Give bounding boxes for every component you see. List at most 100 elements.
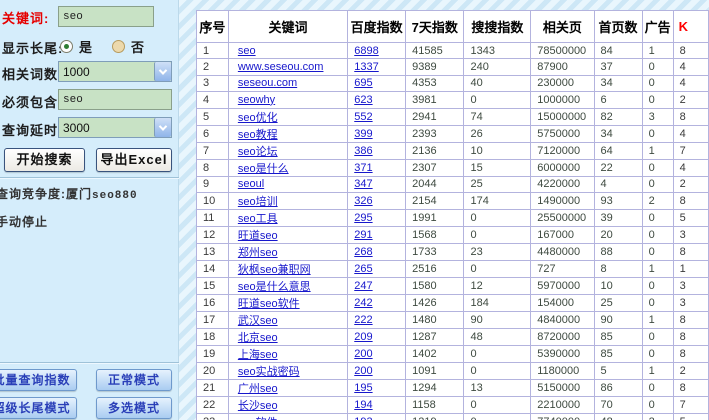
baidu-index-link[interactable]: 193 [354,416,372,420]
k-value-cell: 7 [673,142,708,159]
ads-count-cell: 1 [642,260,673,277]
keyword-cell: www.seseou.com [228,59,347,75]
keyword-cell: 北京seo [228,328,347,345]
ads-count-cell: 0 [642,345,673,362]
baidu-index-link[interactable]: 200 [354,365,372,377]
soso-index-cell: 184 [464,294,531,311]
keyword-link[interactable]: 狄枫seo兼职网 [238,264,311,276]
batch-query-index-button[interactable]: 批量查询指数 [0,369,77,391]
keyword-link[interactable]: seo论坛 [238,146,278,158]
row-index-cell: 14 [197,260,229,277]
homepage-count-cell: 4 [594,176,642,192]
radio-unselected-icon[interactable] [112,40,125,53]
radio-no-label: 否 [131,37,144,56]
soso-index-cell: 23 [464,243,531,260]
soso-index-cell: 0 [464,396,531,413]
baidu-index-link[interactable]: 552 [354,111,372,123]
table-row: 13郑州seo26817332344800008808 [197,243,709,260]
baidu-index-link[interactable]: 371 [354,162,372,174]
homepage-count-cell: 37 [594,59,642,75]
keyword-link[interactable]: seo [238,45,256,57]
k-value-cell: 5 [673,413,708,420]
baidu-index-link[interactable]: 347 [354,178,372,190]
keyword-link[interactable]: 武汉seo [238,315,278,327]
ads-count-cell: 3 [642,108,673,125]
baidu-index-link[interactable]: 209 [354,331,372,343]
keyword-link[interactable]: seoul [238,178,264,190]
baidu-index-link[interactable]: 1337 [354,61,378,73]
radio-yes-label: 是 [79,37,92,56]
baidu-index-link[interactable]: 326 [354,195,372,207]
keyword-link[interactable]: 上海seo [238,349,278,361]
related-count-select[interactable]: 1000 [58,61,172,82]
must-contain-input[interactable] [58,89,172,110]
keyword-link[interactable]: 广州seo [238,383,278,395]
chevron-down-icon[interactable] [154,62,171,81]
table-row: 15seo是什么意思24715801259700001003 [197,277,709,294]
start-search-button[interactable]: 开始搜索 [4,148,85,172]
keyword-link[interactable]: www.seseou.com [238,61,324,73]
keyword-link[interactable]: 旺道seo软件 [238,298,300,310]
homepage-count-cell: 34 [594,75,642,91]
k-value-cell: 5 [673,209,708,226]
query-delay-select[interactable]: 3000 [58,117,172,138]
seven-day-index-cell: 1091 [406,362,464,379]
longtail-no-option[interactable]: 否 [112,37,144,56]
baidu-index-link[interactable]: 623 [354,94,372,106]
keyword-link[interactable]: seo工具 [238,213,278,225]
multi-select-mode-button[interactable]: 多选模式 [96,397,172,419]
keyword-link[interactable]: seowhy [238,94,275,106]
soso-index-cell: 0 [464,345,531,362]
baidu-index-link[interactable]: 695 [354,77,372,89]
baidu-index-link[interactable]: 200 [354,348,372,360]
super-longtail-mode-button[interactable]: 超级长尾模式 [0,397,77,419]
baidu-index-link[interactable]: 268 [354,246,372,258]
export-excel-button[interactable]: 导出Excel [96,148,172,172]
k-value-cell: 4 [673,75,708,91]
baidu-index-link[interactable]: 386 [354,145,372,157]
baidu-index-link[interactable]: 265 [354,263,372,275]
chevron-down-icon[interactable] [154,118,171,137]
baidu-index-link[interactable]: 247 [354,280,372,292]
keyword-link[interactable]: seseou.com [238,77,297,89]
keyword-link[interactable]: seo实战密码 [238,366,300,378]
keyword-link[interactable]: 旺道seo [238,230,278,242]
baidu-index-link[interactable]: 291 [354,229,372,241]
ads-count-cell: 2 [642,192,673,209]
baidu-index-link[interactable]: 242 [354,297,372,309]
baidu-index-link[interactable]: 194 [354,399,372,411]
soso-index-cell: 0 [464,260,531,277]
baidu-index-link[interactable]: 6898 [354,45,378,57]
baidu-index-link[interactable]: 222 [354,314,372,326]
keyword-link[interactable]: 郑州seo [238,247,278,259]
table-header-cell: 首页数 [594,11,642,43]
table-header-cell: 搜搜指数 [464,11,531,43]
keyword-cell: seowhy [228,92,347,108]
soso-index-cell: 40 [464,75,531,91]
seven-day-index-cell: 1568 [406,226,464,243]
table-row: 8seo是什么37123071560000002204 [197,159,709,176]
keyword-input[interactable] [58,6,154,27]
soso-index-cell: 48 [464,328,531,345]
table-row: 12旺道seo291156801670002003 [197,226,709,243]
ads-count-cell: 0 [642,125,673,142]
row-index-cell: 9 [197,176,229,192]
keyword-link[interactable]: seo是什么意思 [238,281,311,293]
longtail-yes-option[interactable]: 是 [60,37,92,56]
keyword-link[interactable]: seo培训 [238,196,278,208]
keyword-link[interactable]: seo是什么 [238,163,289,175]
soso-index-cell: 13 [464,379,531,396]
radio-selected-icon[interactable] [60,40,73,53]
homepage-count-cell: 85 [594,345,642,362]
baidu-index-link[interactable]: 399 [354,128,372,140]
baidu-index-cell: 386 [348,142,406,159]
baidu-index-link[interactable]: 295 [354,212,372,224]
keyword-link[interactable]: seo优化 [238,112,278,124]
baidu-index-cell: 200 [348,345,406,362]
baidu-index-link[interactable]: 195 [354,382,372,394]
keyword-link[interactable]: 长沙seo [238,400,278,412]
keyword-link[interactable]: 北京seo [238,332,278,344]
normal-mode-button[interactable]: 正常模式 [96,369,172,391]
keyword-link[interactable]: seo教程 [238,129,278,141]
row-index-cell: 2 [197,59,229,75]
